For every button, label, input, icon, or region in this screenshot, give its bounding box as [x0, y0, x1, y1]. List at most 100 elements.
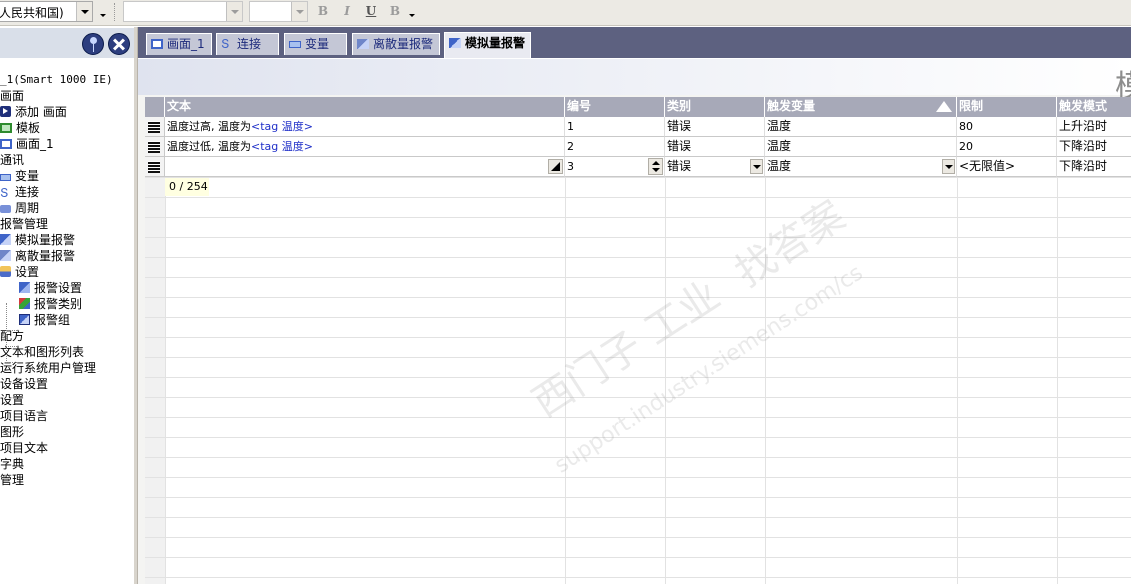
alarm-limit-cell[interactable]: 20 — [957, 137, 1057, 157]
tab-screen-1[interactable]: 画面_1 — [146, 33, 212, 55]
tree-item-graphics[interactable]: 图形 — [0, 424, 134, 440]
tree-item-project-texts[interactable]: 项目文本 — [0, 440, 134, 456]
template-icon — [0, 123, 12, 133]
tree-item-settings[interactable]: 设置 — [0, 392, 134, 408]
row-handle-icon — [148, 121, 160, 133]
alarm-category: 错误 — [667, 119, 692, 133]
alarm-category-cell[interactable]: 错误 — [665, 117, 765, 137]
alarm-number-cell[interactable]: 1 — [565, 117, 665, 137]
column-header-limit[interactable]: 限制 — [957, 97, 1057, 117]
alarm-limit: 20 — [959, 140, 973, 153]
close-icon[interactable] — [108, 33, 130, 55]
tree-item-tags[interactable]: 变量 — [0, 168, 134, 184]
tree-item-analog-alarms[interactable]: 模拟量报警 — [0, 232, 134, 248]
alarm-text-cell[interactable]: 温度过低, 温度为<tag 温度> — [165, 137, 565, 157]
language-select-value: 人民共和国) — [0, 6, 64, 20]
language-select[interactable]: 人民共和国) — [0, 1, 93, 22]
alarm-number-stepper[interactable]: 3 — [565, 157, 665, 177]
alarm-trigger-tag: 温度 — [767, 159, 792, 173]
row-selector[interactable] — [145, 157, 165, 177]
tree-item-alarm-groups[interactable]: 报警组 — [0, 312, 134, 328]
tree-item-recipes[interactable]: 配方 — [0, 328, 134, 344]
column-header-trigger-tag[interactable]: 触发变量 — [765, 97, 957, 117]
alarm-mode: 上升沿时 — [1059, 119, 1108, 133]
tree-item-label: 报警设置 — [34, 281, 83, 295]
tree-item-dictionary[interactable]: 字典 — [0, 456, 134, 472]
alarm-number-cell[interactable]: 2 — [565, 137, 665, 157]
tree-item-label: 变量 — [15, 169, 40, 183]
text-editor-expand-icon[interactable] — [548, 159, 563, 174]
alarm-trigger-tag: 温度 — [767, 139, 792, 153]
bold-button[interactable]: B — [314, 2, 332, 20]
chevron-down-icon[interactable] — [76, 2, 92, 21]
tree-item-screen-1[interactable]: 画面_1 — [0, 136, 134, 152]
tree-item-device-settings[interactable]: 设备设置 — [0, 376, 134, 392]
tree-item-administration[interactable]: 管理 — [0, 472, 134, 488]
tab-analog-alarms[interactable]: 模拟量报警 — [444, 32, 531, 58]
tree-item-add-screen[interactable]: 添加 画面 — [0, 104, 134, 120]
tree-item-template[interactable]: 模板 — [0, 120, 134, 136]
sort-ascending-icon[interactable] — [936, 101, 952, 112]
alarm-trigger-tag-cell[interactable]: 温度 — [765, 137, 957, 157]
tree-item-label: 配方 — [0, 329, 25, 343]
alarm-text: 温度过高, 温度为 — [167, 120, 251, 133]
tab-label: 变量 — [305, 37, 330, 51]
tree-item-label: 设置 — [15, 265, 40, 279]
column-header-trigger-mode[interactable]: 触发模式 — [1057, 97, 1131, 117]
font-size-select[interactable] — [249, 1, 308, 22]
alarm-text-cell[interactable]: 温度过高, 温度为<tag 温度> — [165, 117, 565, 137]
column-header-number[interactable]: 编号 — [565, 97, 665, 117]
alarm-category-cell[interactable]: 错误 — [665, 137, 765, 157]
font-family-select[interactable] — [123, 1, 243, 22]
tab-tags[interactable]: 变量 — [284, 33, 347, 55]
underline-button[interactable]: U — [362, 2, 380, 20]
alarm-limit-cell[interactable]: <无限值> — [957, 157, 1057, 177]
tab-connections[interactable]: Տ 连接 — [216, 33, 279, 55]
flash-button[interactable]: B — [386, 2, 404, 20]
row-selector[interactable] — [145, 137, 165, 157]
tree-item-connections[interactable]: Տ 连接 — [0, 184, 134, 200]
alarm-trigger-tag-select[interactable]: 温度 — [765, 157, 957, 177]
chevron-down-icon[interactable] — [291, 2, 307, 21]
tree-item-alarm-management[interactable]: 报警管理 — [0, 216, 134, 232]
tree-item-alarm-settings-folder[interactable]: 设置 — [0, 264, 134, 280]
chevron-down-icon[interactable] — [226, 2, 242, 21]
alarm-trigger-tag-cell[interactable]: 温度 — [765, 117, 957, 137]
tree-item-label: 报警管理 — [0, 217, 49, 231]
analog-alarm-icon — [449, 38, 461, 48]
tree-item-label: 画面_1 — [16, 137, 54, 151]
toolbar-overflow-icon[interactable] — [100, 14, 106, 17]
alarm-text-tag-reference[interactable]: <tag 温度> — [251, 140, 313, 153]
column-header-category[interactable]: 类别 — [665, 97, 765, 117]
tree-item-alarm-classes[interactable]: 报警类别 — [0, 296, 134, 312]
chevron-down-icon[interactable] — [750, 159, 763, 174]
tag-icon — [0, 174, 11, 181]
number-spinner-icon[interactable] — [648, 158, 663, 175]
column-header-text[interactable]: 文本 — [165, 97, 565, 117]
tree-item-device[interactable]: _1(Smart 1000 IE) — [0, 72, 134, 88]
tree-item-text-graphic-lists[interactable]: 文本和图形列表 — [0, 344, 134, 360]
alarm-text-tag-reference[interactable]: <tag 温度> — [251, 120, 313, 133]
tree-item-discrete-alarms[interactable]: 离散量报警 — [0, 248, 134, 264]
alarm-category-select[interactable]: 错误 — [665, 157, 765, 177]
pin-icon[interactable] — [82, 33, 104, 55]
tree-item-project-languages[interactable]: 项目语言 — [0, 408, 134, 424]
alarm-limit: <无限值> — [959, 159, 1016, 173]
format-more-icon[interactable] — [409, 14, 415, 17]
tree-item-screens[interactable]: 画面 — [0, 88, 134, 104]
tree-item-alarm-settings[interactable]: 报警设置 — [0, 280, 134, 296]
alarm-limit: 80 — [959, 120, 973, 133]
tab-discrete-alarms[interactable]: 离散量报警 — [352, 33, 440, 55]
character-counter-tooltip: 0 / 254 — [165, 178, 209, 196]
italic-button[interactable]: I — [338, 2, 356, 20]
tree-item-cycles[interactable]: 周期 — [0, 200, 134, 216]
tree-item-runtime-user-admin[interactable]: 运行系统用户管理 — [0, 360, 134, 376]
alarm-mode-cell[interactable]: 上升沿时 — [1057, 117, 1131, 137]
row-selector[interactable] — [145, 117, 165, 137]
alarm-mode-cell[interactable]: 下降沿时 — [1057, 157, 1131, 177]
chevron-down-icon[interactable] — [942, 159, 955, 174]
alarm-limit-cell[interactable]: 80 — [957, 117, 1057, 137]
alarm-text-input[interactable] — [165, 157, 565, 177]
tree-item-communication[interactable]: 通讯 — [0, 152, 134, 168]
alarm-mode-cell[interactable]: 下降沿时 — [1057, 137, 1131, 157]
